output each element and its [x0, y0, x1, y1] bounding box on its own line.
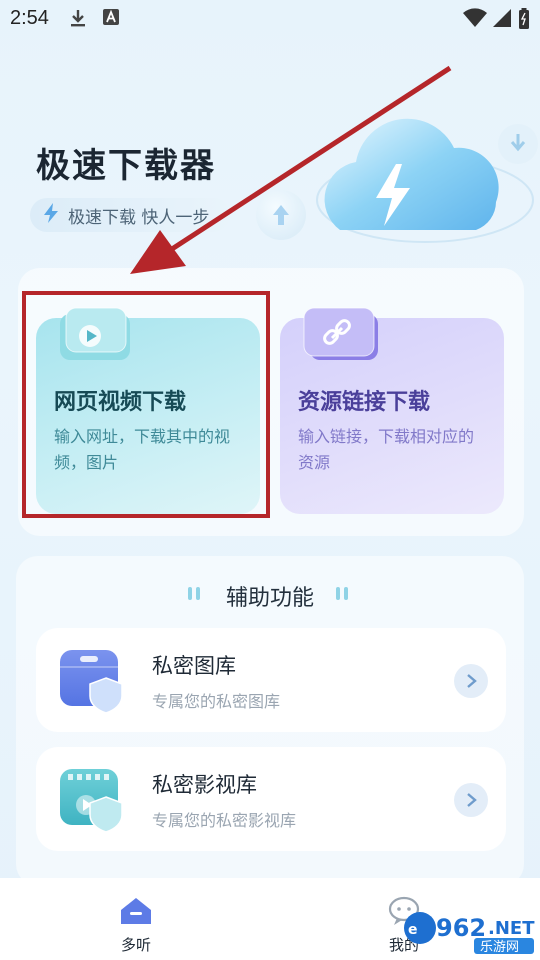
title-deco-right: [336, 587, 348, 600]
home-icon: [119, 898, 153, 930]
svg-text:962: 962: [436, 914, 486, 942]
private-gallery-row[interactable]: 私密图库 专属您的私密图库: [36, 628, 506, 732]
row-subtitle: 专属您的私密图库: [152, 692, 281, 711]
section-title: 辅助功能: [225, 586, 314, 611]
video-library-shield-icon: [58, 767, 126, 833]
gallery-shield-icon: [58, 648, 126, 714]
chevron-right-icon[interactable]: [454, 664, 488, 698]
row-title: 私密图库: [152, 654, 236, 678]
svg-text:.NET: .NET: [488, 918, 535, 939]
nav-label: 多听: [120, 936, 151, 954]
private-video-library-row[interactable]: 私密影视库 专属您的私密影视库: [36, 747, 506, 851]
watermark-logo: e 962 .NET 乐游网: [400, 906, 536, 956]
chevron-right-icon[interactable]: [454, 783, 488, 817]
nav-tab-duoting[interactable]: 多听: [106, 896, 166, 955]
svg-text:e: e: [408, 922, 418, 938]
row-title: 私密影视库: [152, 773, 257, 797]
row-subtitle: 专属您的私密影视库: [152, 811, 297, 830]
svg-text:乐游网: 乐游网: [480, 940, 519, 955]
